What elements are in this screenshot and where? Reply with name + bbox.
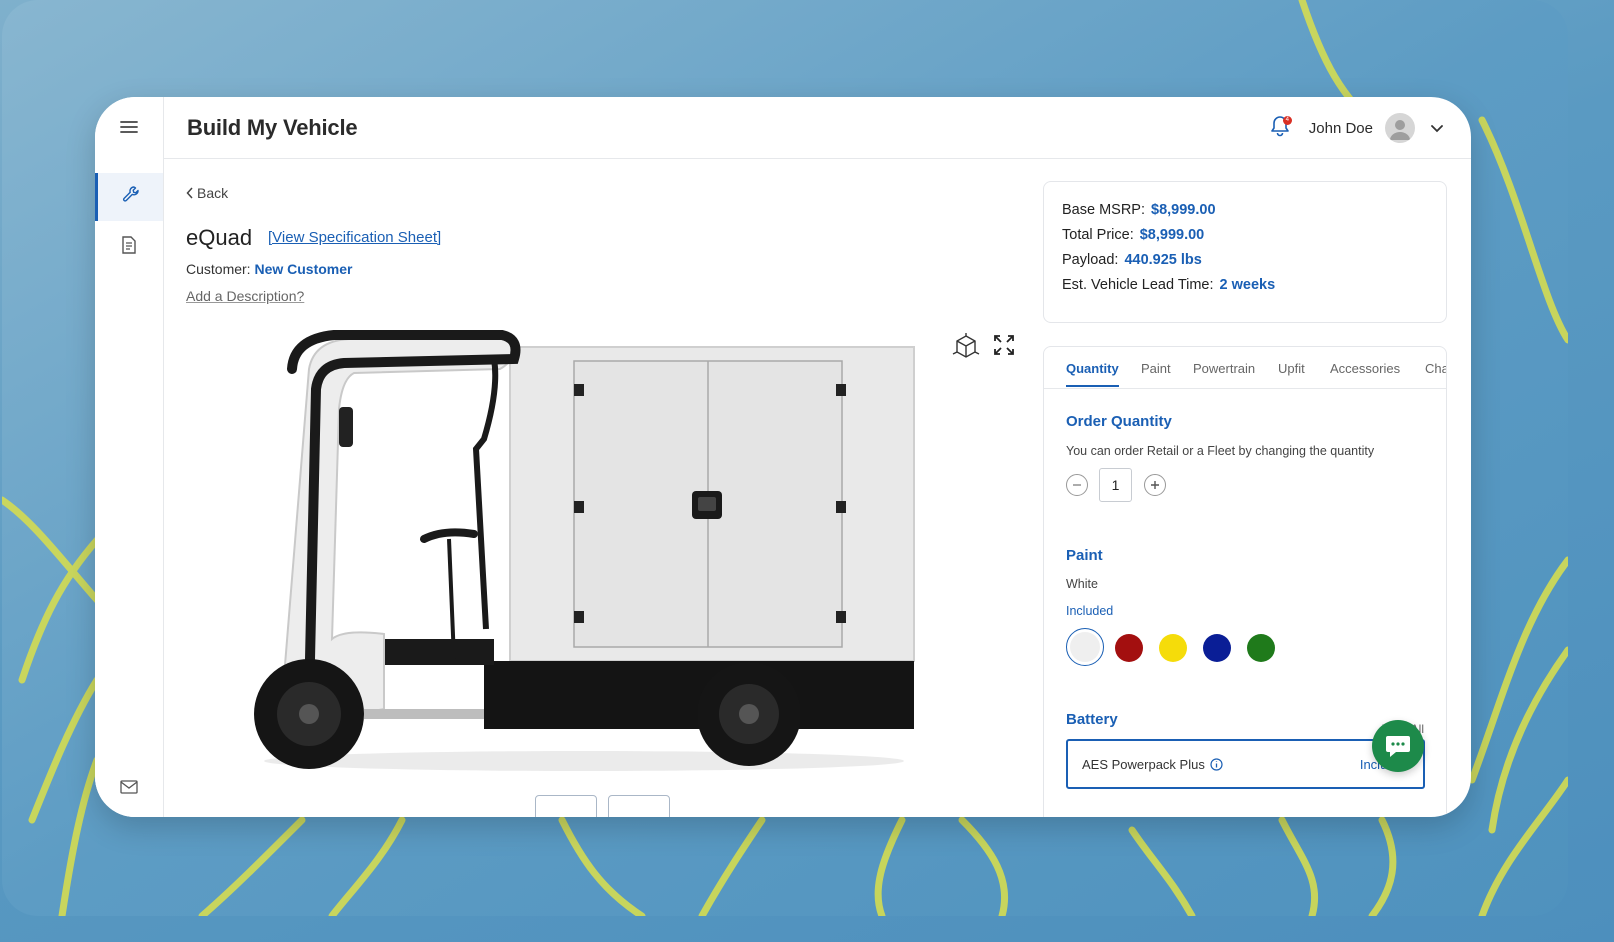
customer-label: Customer: xyxy=(186,261,251,277)
payload-label: Payload: xyxy=(1062,252,1119,268)
notifications-button[interactable]: 4 xyxy=(1267,115,1293,141)
add-description-link[interactable]: Add a Description? xyxy=(186,288,304,304)
wrench-icon xyxy=(121,185,141,210)
document-icon xyxy=(119,235,139,260)
base-msrp-row: Base MSRP: $8,999.00 xyxy=(1062,202,1446,218)
user-icon xyxy=(1390,120,1410,140)
quantity-increment-button[interactable] xyxy=(1144,474,1166,496)
paint-selected-status: Included xyxy=(1066,604,1114,618)
menu-button[interactable] xyxy=(95,105,163,153)
view-spec-sheet-link[interactable]: [View Specification Sheet] xyxy=(268,229,441,246)
sidebar-item-messages[interactable] xyxy=(95,765,163,813)
thumbnail-2[interactable] xyxy=(608,795,670,817)
chevron-down-icon xyxy=(1431,124,1443,132)
paint-title: Paint xyxy=(1066,547,1103,564)
chat-icon xyxy=(1386,736,1410,757)
page-title: Build My Vehicle xyxy=(187,114,358,140)
vehicle-panel: Back eQuad [View Specification Sheet] Cu… xyxy=(164,159,1044,817)
expand-icon xyxy=(994,335,1014,355)
total-price-label: Total Price: xyxy=(1062,227,1134,243)
sidebar-item-documents[interactable] xyxy=(95,223,163,271)
back-link[interactable]: Back xyxy=(186,185,228,201)
swatch-green[interactable] xyxy=(1247,634,1275,662)
header: Build My Vehicle 4 John Doe xyxy=(164,97,1471,159)
fullscreen-button[interactable] xyxy=(992,333,1016,357)
active-tab-indicator xyxy=(1066,385,1119,387)
vehicle-image xyxy=(254,330,915,771)
base-msrp-value: $8,999.00 xyxy=(1151,202,1216,218)
tab-upfit[interactable]: Upfit xyxy=(1278,361,1305,376)
swatch-white[interactable] xyxy=(1066,628,1104,666)
total-price-row: Total Price: $8,999.00 xyxy=(1062,227,1446,243)
lead-time-value: 2 weeks xyxy=(1219,277,1276,293)
tab-accessories[interactable]: Accessories xyxy=(1330,361,1400,376)
chevron-left-icon xyxy=(186,187,193,199)
lead-time-label: Est. Vehicle Lead Time: xyxy=(1062,277,1214,293)
cube-3d-icon xyxy=(952,333,980,358)
user-menu-toggle[interactable] xyxy=(1427,118,1447,138)
sidebar xyxy=(95,97,164,817)
plus-icon xyxy=(1151,481,1159,489)
view-3d-button[interactable] xyxy=(951,332,981,362)
mail-icon xyxy=(120,779,138,799)
back-label: Back xyxy=(197,185,229,201)
thumbnail-1[interactable] xyxy=(535,795,597,817)
quantity-input[interactable]: 1 xyxy=(1099,468,1132,502)
notification-badge: 4 xyxy=(1282,116,1292,125)
customer-value[interactable]: New Customer xyxy=(254,261,352,277)
battery-option-label: AES Powerpack Plus xyxy=(1082,757,1223,772)
tab-cha[interactable]: Cha xyxy=(1425,361,1446,376)
order-quantity-title: Order Quantity xyxy=(1066,413,1172,430)
config-tabs: Quantity Paint Powertrain Upfit Accessor… xyxy=(1044,347,1446,389)
chat-button[interactable] xyxy=(1372,720,1424,772)
sidebar-item-build[interactable] xyxy=(95,173,163,221)
battery-option-name: AES Powerpack Plus xyxy=(1082,757,1205,772)
avatar[interactable] xyxy=(1385,113,1415,143)
swatch-red[interactable] xyxy=(1115,634,1143,662)
vehicle-name: eQuad xyxy=(186,225,253,250)
hamburger-icon xyxy=(119,119,139,140)
base-msrp-label: Base MSRP: xyxy=(1062,202,1145,218)
app-window: Build My Vehicle 4 John Doe Back eQuad [… xyxy=(95,97,1471,817)
paint-selected-name: White xyxy=(1066,577,1098,591)
quantity-decrement-button[interactable] xyxy=(1066,474,1088,496)
payload-value: 440.925 lbs xyxy=(1124,252,1202,268)
tab-paint[interactable]: Paint xyxy=(1141,361,1171,376)
info-icon[interactable] xyxy=(1210,758,1223,771)
price-summary-card: Base MSRP: $8,999.00 Total Price: $8,999.0… xyxy=(1043,181,1447,323)
lead-time-row: Est. Vehicle Lead Time: 2 weeks xyxy=(1062,277,1446,293)
payload-row: Payload: 440.925 lbs xyxy=(1062,252,1446,268)
swatch-yellow[interactable] xyxy=(1159,634,1187,662)
order-quantity-description: You can order Retail or a Fleet by chang… xyxy=(1066,444,1375,458)
swatch-blue[interactable] xyxy=(1203,634,1231,662)
tab-quantity[interactable]: Quantity xyxy=(1066,361,1119,376)
customer-line: Customer: New Customer xyxy=(186,261,353,277)
battery-title: Battery xyxy=(1066,711,1118,728)
user-name: John Doe xyxy=(1308,119,1373,137)
total-price-value: $8,999.00 xyxy=(1139,227,1205,243)
tab-powertrain[interactable]: Powertrain xyxy=(1193,361,1255,376)
swatch-white-fill xyxy=(1070,632,1100,662)
minus-icon xyxy=(1073,484,1081,486)
